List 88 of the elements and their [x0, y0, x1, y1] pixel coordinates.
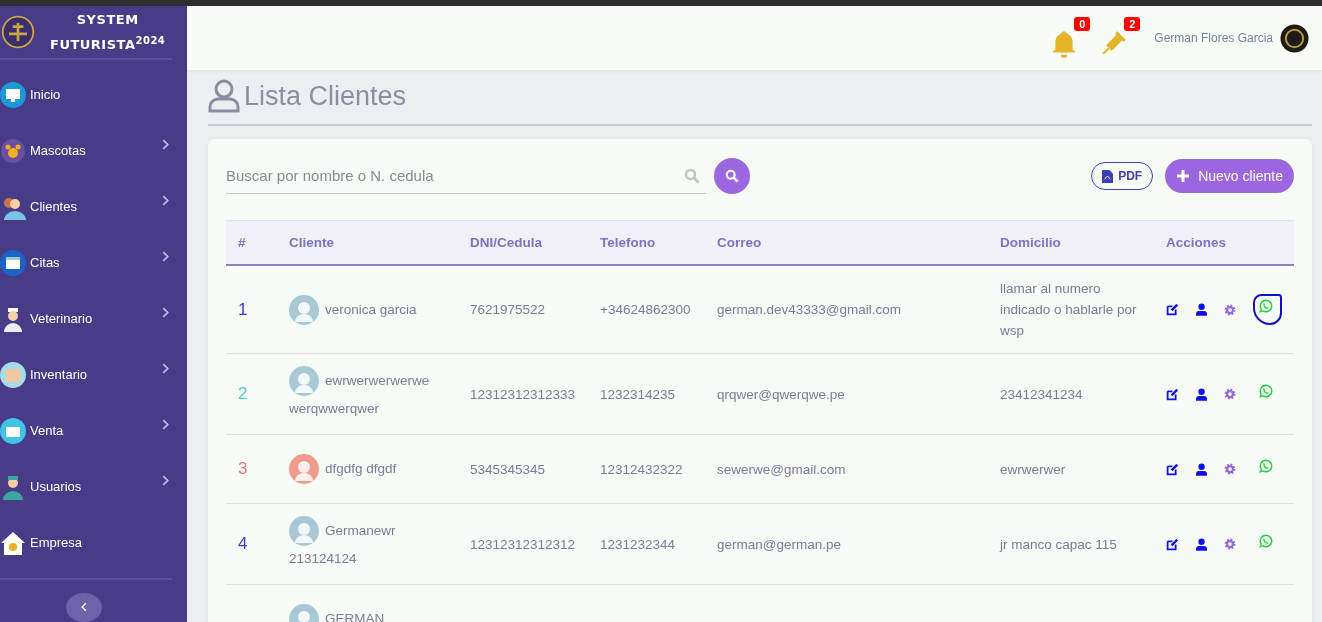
address-cell-text: llamar al numero indicado o hablarle por wsp	[1000, 280, 1138, 340]
vaccine-count-badge: 2	[1124, 17, 1141, 31]
house-icon	[0, 529, 26, 556]
user-icon[interactable]	[1195, 536, 1207, 552]
dni-cell: 12312312312333	[470, 386, 576, 402]
row-number: 1	[238, 299, 248, 319]
chevron-right-icon	[162, 475, 169, 487]
vaccine-button[interactable]: 2	[1098, 17, 1141, 59]
column-header: #	[226, 220, 277, 265]
chevron-right-icon	[162, 251, 169, 263]
client-name: ewrwerwerwerwe werqwwerqwer	[289, 372, 430, 416]
sidebar-item[interactable]: Usuarios	[0, 465, 187, 522]
dni-cell: 7621975522	[470, 302, 546, 317]
plus-icon	[1176, 169, 1191, 183]
chat-bubble-icon	[1259, 383, 1273, 398]
edit-icon[interactable]	[1166, 302, 1179, 317]
dni-cell: 12312312312312	[470, 536, 576, 552]
row-number: 4	[238, 534, 248, 553]
email-cell: german.dev43333@gmail.com	[717, 302, 902, 317]
settings-icon[interactable]	[1224, 302, 1236, 317]
calendar-icon	[0, 249, 26, 276]
whatsapp-button[interactable]	[1253, 294, 1282, 325]
dni-cell: 5345345345	[470, 461, 546, 477]
sidebar-item[interactable]: Citas	[0, 241, 187, 298]
sidebar-item[interactable]: Mascotas	[0, 129, 187, 186]
phone-cell: 1232314235	[600, 386, 676, 402]
search-icon	[725, 169, 739, 183]
phone-cell: +34624862300	[600, 302, 691, 317]
bell-icon	[1050, 29, 1079, 59]
user-name[interactable]: German Flores Garcia	[1154, 31, 1273, 45]
settings-icon[interactable]	[1224, 462, 1236, 476]
sidebar-item[interactable]: Veterinario	[0, 297, 187, 354]
user-icon	[208, 79, 240, 113]
client-name: GERMAN	[325, 610, 385, 622]
client-name: Germanewr 213124124	[289, 522, 396, 566]
user-icon[interactable]	[1195, 386, 1207, 402]
address-cell-text: 23412341234	[1000, 385, 1084, 404]
chevron-right-icon	[162, 195, 169, 207]
sidebar-item[interactable]: Empresa	[0, 521, 187, 578]
new-client-button[interactable]: Nuevo cliente	[1165, 159, 1294, 193]
email-cell: german@german.pe	[717, 536, 842, 552]
settings-icon[interactable]	[1224, 387, 1236, 401]
chat-bubble-icon	[1259, 533, 1273, 548]
page-title: Lista Clientes	[244, 80, 407, 112]
sidebar-item[interactable]: Clientes	[0, 185, 187, 242]
column-header: Correo	[705, 220, 988, 265]
chevron-right-icon	[162, 307, 169, 319]
chevron-right-icon	[162, 419, 169, 431]
sidebar-item[interactable]: Inventario	[0, 353, 187, 410]
user-avatar-icon[interactable]	[1280, 23, 1309, 53]
phone-cell: 1231232344	[600, 536, 676, 552]
edit-icon[interactable]	[1166, 536, 1179, 552]
client-name: dfgdfg dfgdf	[325, 460, 397, 476]
notification-count-badge: 0	[1074, 17, 1091, 31]
settings-icon[interactable]	[1224, 537, 1236, 551]
pdf-file-icon	[1102, 169, 1114, 183]
search-field[interactable]: Buscar por nombre o N. cedula	[226, 158, 706, 194]
email-cell: sewerwe@gmail.com	[717, 461, 846, 477]
user-icon[interactable]	[1195, 302, 1207, 317]
address-cell-text: ewrwerwer	[1000, 460, 1067, 479]
client-name: veronica garcia	[325, 301, 417, 317]
brand-title: SYSTEM FUTURISTA$^{2024}$	[50, 10, 166, 54]
column-header: DNI/Cedula	[458, 220, 588, 265]
chevron-right-icon	[162, 363, 169, 375]
phone-cell: 12312432322	[600, 461, 683, 477]
search-button[interactable]	[714, 158, 750, 194]
edit-icon[interactable]	[1166, 461, 1179, 477]
column-header: Domicilio	[988, 220, 1154, 265]
chat-bubble-icon	[1259, 458, 1273, 473]
logo-icon	[0, 13, 36, 50]
column-header: Acciones	[1154, 220, 1294, 265]
address-cell-text: jr manco capac 115	[1000, 535, 1118, 554]
search-icon	[684, 168, 700, 184]
notification-button[interactable]: 0	[1050, 17, 1091, 59]
user-icon[interactable]	[1195, 461, 1207, 477]
chat-bubble-icon	[1259, 299, 1273, 313]
sidebar-item[interactable]: Venta	[0, 409, 187, 466]
chevron-right-icon	[162, 139, 169, 151]
sidebar-item[interactable]: Inicio	[0, 73, 187, 130]
doctor-icon	[0, 473, 26, 500]
row-number: 2	[238, 384, 248, 403]
edit-icon[interactable]	[1166, 386, 1179, 402]
email-cell: qrqwer@qwerqwe.pe	[717, 386, 845, 402]
row-number: 3	[238, 459, 248, 478]
column-header: Telefono	[588, 220, 705, 265]
monitor-icon	[0, 81, 26, 108]
chevron-left-icon	[80, 602, 87, 613]
column-header: Cliente	[277, 220, 458, 265]
